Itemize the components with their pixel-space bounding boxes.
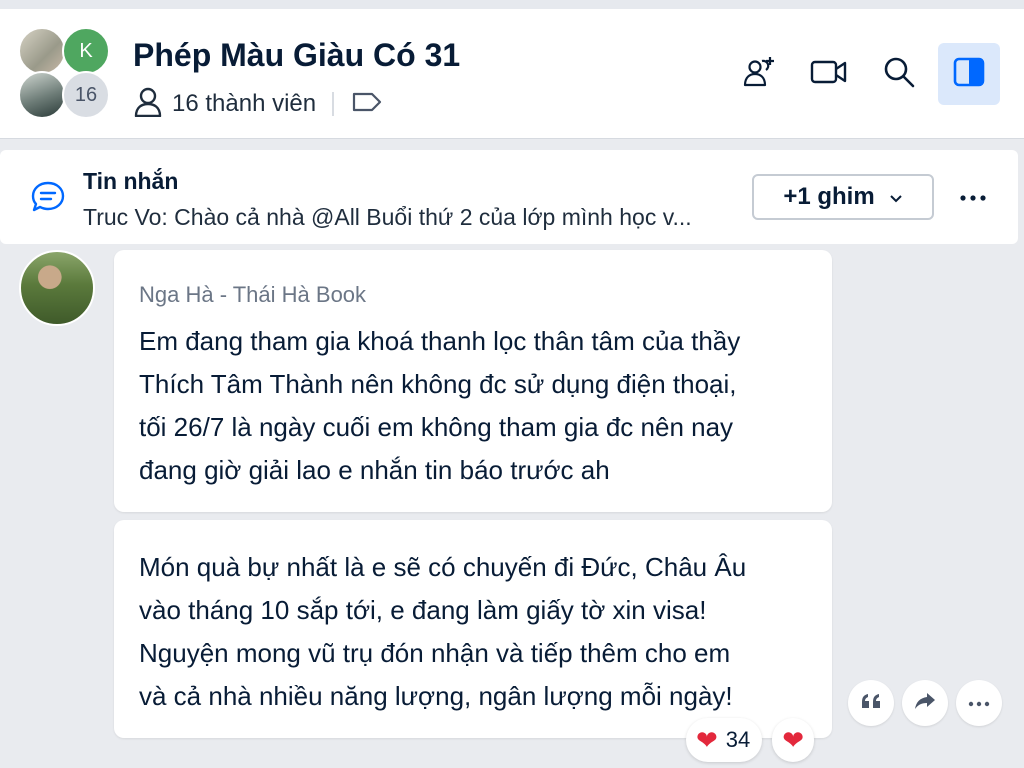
chat-bubble-icon <box>30 180 66 219</box>
message-line: đang giờ giải lao e nhắn tin báo trước a… <box>139 455 610 485</box>
message-line: Món quà bự nhất là e sẽ có chuyến đi Đức… <box>139 552 747 582</box>
reaction-count: 34 <box>725 727 751 752</box>
more-options-button[interactable] <box>958 178 988 216</box>
more-dots-icon <box>960 188 986 206</box>
pinned-list-button[interactable]: +1 ghim <box>752 174 934 220</box>
header-actions <box>728 43 1000 105</box>
group-title[interactable]: Phép Màu Giàu Có 31 <box>133 37 460 74</box>
message-line: Em đang tham gia khoá thanh lọc thân tâm… <box>139 326 741 356</box>
member-avatar-letter: K <box>62 27 110 75</box>
conversation-header: K 16 Phép Màu Giàu Có 31 16 thành viên <box>0 9 1024 139</box>
message-actions <box>848 680 1002 726</box>
divider <box>332 92 335 116</box>
message-text: Em đang tham gia khoá thanh lọc thân tâm… <box>139 320 819 492</box>
reaction-summary[interactable]: ❤ 34 <box>686 718 763 762</box>
message-bubble[interactable]: Nga Hà - Thái Hà Book Em đang tham gia k… <box>114 250 832 512</box>
member-info: 16 thành viên <box>134 87 382 121</box>
reaction-bar: ❤ 34 ❤ <box>686 718 815 762</box>
forward-icon <box>914 691 936 716</box>
pinned-preview[interactable]: Truc Vo: Chào cả nhà @All Buổi thứ 2 của… <box>83 204 733 231</box>
member-avatar <box>18 27 66 75</box>
sender-avatar[interactable] <box>19 250 95 326</box>
search-button[interactable] <box>868 43 930 105</box>
member-avatar <box>18 71 66 119</box>
member-count-avatar: 16 <box>62 71 110 119</box>
chevron-down-icon <box>889 183 903 211</box>
message-line: Nguyện mong vũ trụ đón nhận và tiếp thêm… <box>139 638 731 668</box>
sidebar-toggle-icon <box>953 57 985 92</box>
person-icon <box>134 87 162 122</box>
pinned-message-bar[interactable]: Tin nhắn Truc Vo: Chào cả nhà @All Buổi … <box>0 150 1018 244</box>
more-actions-button[interactable] <box>956 680 1002 726</box>
group-avatar[interactable]: K 16 <box>18 27 112 121</box>
video-call-button[interactable] <box>798 43 860 105</box>
message-line: và cả nhà nhiều năng lượng, ngân lượng m… <box>139 681 733 711</box>
member-count-link[interactable]: 16 thành viên <box>172 90 316 118</box>
message-line: Thích Tâm Thành nên không đc sử dụng điệ… <box>139 369 737 399</box>
pinned-count-label: +1 ghim <box>783 183 875 210</box>
search-icon <box>883 56 915 93</box>
add-member-button[interactable] <box>728 43 790 105</box>
quote-icon <box>860 692 882 715</box>
sidebar-toggle-button[interactable] <box>938 43 1000 105</box>
add-reaction-button[interactable]: ❤ <box>772 718 815 762</box>
pinned-title: Tin nhắn <box>83 168 179 194</box>
sender-name[interactable]: Nga Hà - Thái Hà Book <box>139 282 366 308</box>
more-dots-icon <box>968 694 990 712</box>
heart-icon: ❤ <box>696 725 718 755</box>
forward-button[interactable] <box>902 680 948 726</box>
add-member-icon <box>742 55 776 94</box>
message-text: Món quà bự nhất là e sẽ có chuyến đi Đức… <box>139 546 819 718</box>
video-call-icon <box>810 58 848 91</box>
message-line: vào tháng 10 sắp tới, e đang làm giấy tờ… <box>139 595 707 625</box>
heart-icon: ❤ <box>782 725 805 755</box>
message-line: tối 26/7 là ngày cuối em không tham gia … <box>139 412 734 442</box>
top-strip <box>0 0 1024 9</box>
message-bubble[interactable]: Món quà bự nhất là e sẽ có chuyến đi Đức… <box>114 520 832 738</box>
tag-icon[interactable] <box>352 91 382 118</box>
quote-button[interactable] <box>848 680 894 726</box>
